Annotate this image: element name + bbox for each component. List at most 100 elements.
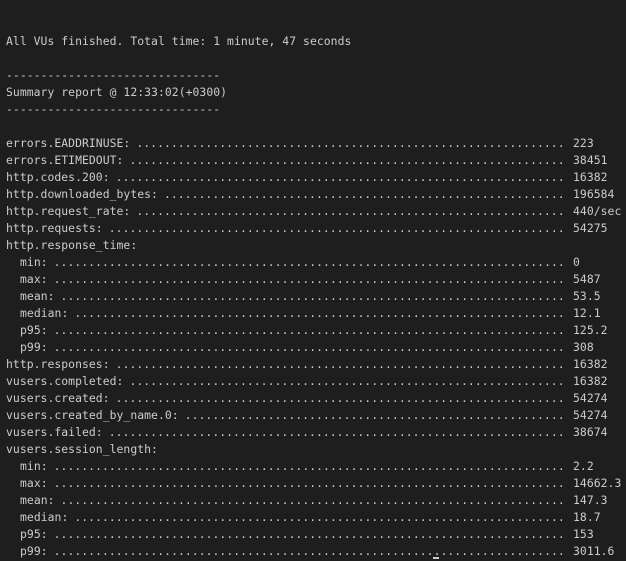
metric-row: vusers.completed:.......................… (6, 373, 626, 390)
metric-row: http.response_time: (6, 237, 626, 254)
metric-label: p95: (20, 527, 48, 541)
metric-value: 2.2 (573, 459, 594, 473)
metric-label: http.requests: (6, 221, 103, 235)
summary-title: Summary report @ 12:33:02(+0300) (6, 85, 228, 99)
metric-leader-dots: ........................................… (74, 306, 567, 320)
metric-label: errors.EADDRINUSE: (6, 136, 131, 150)
metric-value: 308 (573, 340, 594, 354)
metric-value: 12.1 (573, 306, 601, 320)
metric-row: p95:....................................… (6, 526, 626, 543)
metric-value: 16382 (573, 357, 608, 371)
metric-value: 196584 (573, 187, 615, 201)
metric-leader-dots: ........................................… (136, 136, 567, 150)
metric-label: errors.ETIMEDOUT: (6, 153, 124, 167)
metric-value: 147.3 (573, 493, 608, 507)
metric-row: min:....................................… (6, 458, 626, 475)
metric-row: vusers.created_by_name.0:...............… (6, 407, 626, 424)
metric-leader-dots: ........................................… (115, 170, 567, 184)
metric-leader-dots: ........................................… (60, 289, 567, 303)
metric-label: median: (20, 510, 69, 524)
metric-leader-dots: ........................................… (74, 510, 567, 524)
metric-label: http.responses: (6, 357, 110, 371)
metric-label: http.request_rate: (6, 204, 131, 218)
metric-leader-dots: ........................................… (53, 544, 567, 558)
metric-row: p99:....................................… (6, 543, 626, 560)
metric-value: 54274 (573, 408, 608, 422)
metric-row: errors.ETIMEDOUT:.......................… (6, 152, 626, 169)
metric-leader-dots: ........................................… (53, 272, 567, 286)
metric-row: median:.................................… (6, 509, 626, 526)
metric-leader-dots: ........................................… (53, 340, 567, 354)
metric-value: 0 (573, 255, 580, 269)
metric-label: p99: (20, 340, 48, 354)
metric-label: vusers.failed: (6, 425, 103, 439)
metric-leader-dots: ........................................… (53, 527, 567, 541)
metric-leader-dots: ........................................… (115, 357, 567, 371)
metric-value: 3011.6 (573, 544, 615, 558)
metric-row: min:....................................… (6, 254, 626, 271)
metric-leader-dots: ........................................… (60, 493, 567, 507)
metric-label: vusers.session_length: (6, 442, 158, 456)
metric-value: 125.2 (573, 323, 608, 337)
metric-label: vusers.created: (6, 391, 110, 405)
metric-leader-dots: ........................................… (53, 255, 567, 269)
text-cursor (433, 557, 439, 559)
metric-leader-dots: ........................................… (129, 374, 567, 388)
metric-label: p95: (20, 323, 48, 337)
metric-row: vusers.failed:..........................… (6, 424, 626, 441)
metric-value: 153 (573, 527, 594, 541)
metric-value: 16382 (573, 374, 608, 388)
metric-value: 14662.3 (573, 476, 622, 490)
metric-label: p99: (20, 544, 48, 558)
metric-row: http.codes.200:.........................… (6, 169, 626, 186)
metric-row: p95:....................................… (6, 322, 626, 339)
metric-label: http.downloaded_bytes: (6, 187, 158, 201)
metric-value: 54275 (573, 221, 608, 235)
metric-row: http.downloaded_bytes:..................… (6, 186, 626, 203)
metric-label: mean: (20, 493, 55, 507)
metric-label: min: (20, 459, 48, 473)
metric-leader-dots: ........................................… (53, 459, 567, 473)
metric-leader-dots: ........................................… (53, 323, 567, 337)
metric-row: mean:...................................… (6, 492, 626, 509)
metric-label: vusers.completed: (6, 374, 124, 388)
metric-label: max: (20, 272, 48, 286)
metric-leader-dots: ........................................… (184, 408, 567, 422)
metric-row: vusers.session_length: (6, 441, 626, 458)
separator-bottom: ------------------------------- (6, 102, 221, 116)
metric-leader-dots: ........................................… (53, 476, 567, 490)
metric-label: median: (20, 306, 69, 320)
status-line: All VUs finished. Total time: 1 minute, … (6, 34, 352, 48)
metric-label: mean: (20, 289, 55, 303)
metric-label: http.codes.200: (6, 170, 110, 184)
metric-value: 38674 (573, 425, 608, 439)
metric-label: http.response_time: (6, 238, 138, 252)
metric-value: 53.5 (573, 289, 601, 303)
metric-leader-dots: ........................................… (129, 153, 567, 167)
metric-row: max:....................................… (6, 271, 626, 288)
metric-value: 16382 (573, 170, 608, 184)
metric-row: errors.EADDRINUSE:......................… (6, 135, 626, 152)
metric-row: median:.................................… (6, 305, 626, 322)
metric-row: max:....................................… (6, 475, 626, 492)
metric-row: http.responses:.........................… (6, 356, 626, 373)
metric-row: vusers.created:.........................… (6, 390, 626, 407)
metric-row: mean:...................................… (6, 288, 626, 305)
metric-row: p99:....................................… (6, 339, 626, 356)
terminal-output[interactable]: All VUs finished. Total time: 1 minute, … (0, 0, 626, 561)
metric-label: vusers.created_by_name.0: (6, 408, 179, 422)
metric-value: 5487 (573, 272, 601, 286)
metric-label: min: (20, 255, 48, 269)
metric-leader-dots: ........................................… (136, 204, 567, 218)
metric-leader-dots: ........................................… (115, 391, 567, 405)
metric-value: 440/sec (573, 204, 622, 218)
metric-value: 38451 (573, 153, 608, 167)
separator-top: ------------------------------- (6, 68, 221, 82)
metric-value: 54274 (573, 391, 608, 405)
metric-value: 18.7 (573, 510, 601, 524)
metric-leader-dots: ........................................… (163, 187, 567, 201)
metric-row: http.request_rate:......................… (6, 203, 626, 220)
metric-label: max: (20, 476, 48, 490)
metric-value: 223 (573, 136, 594, 150)
metric-leader-dots: ........................................… (108, 425, 567, 439)
